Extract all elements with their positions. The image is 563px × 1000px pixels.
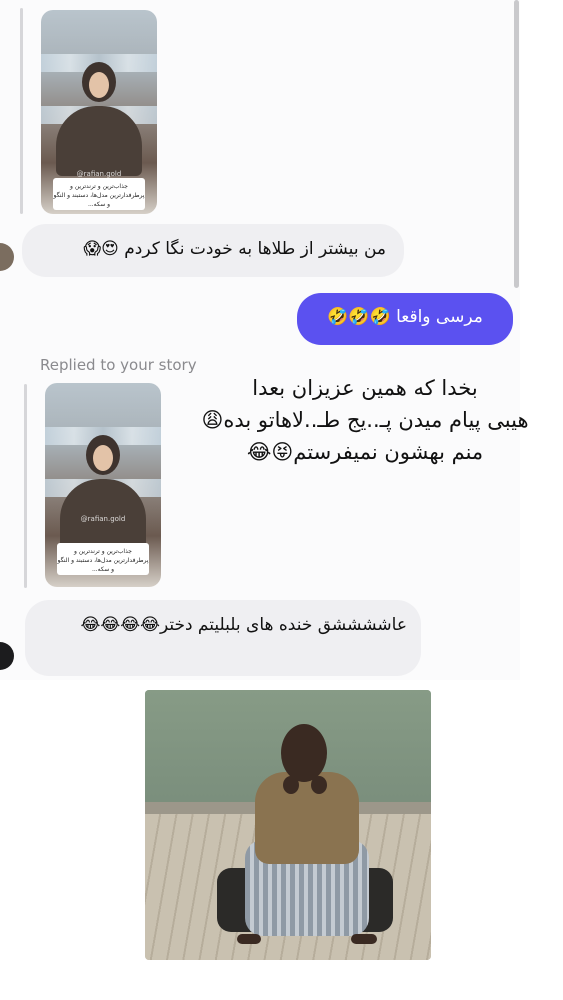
reply-quote-line: [20, 8, 23, 214]
person-face: [93, 445, 113, 471]
overlay-caption: بخدا که همین عزیزان بعدا هیبی پیام میدن …: [175, 372, 555, 468]
meme-boy-hand: [311, 776, 327, 794]
outgoing-message-bubble[interactable]: مرسی واقعا 🤣🤣🤣: [297, 293, 513, 345]
meme-boy-head: [281, 724, 327, 782]
meme-boy-torso: [255, 772, 359, 864]
meme-boy-foot: [351, 934, 377, 944]
story-thumbnail[interactable]: @rafian.gold جذاب‌ترین و ترند‌ترین و پرط…: [45, 383, 161, 587]
message-text: من بیشتر از طلاها به خودت نگا کردم 😍😱: [83, 239, 386, 259]
incoming-message-bubble[interactable]: عاششششق خنده های بلبلیتم دختر😂😂😂😂: [25, 600, 421, 676]
person-face: [89, 72, 109, 98]
overlay-caption-line: منم بهشون نمیفرستم😝😂: [246, 440, 484, 464]
story-caption: جذاب‌ترین و ترند‌ترین و پرطرفدارترین مدل…: [57, 543, 149, 575]
story-thumbnail[interactable]: @rafian.gold جذاب‌ترین و ترند‌ترین و پرط…: [41, 10, 157, 214]
story-caption: جذاب‌ترین و ترند‌ترین و پرطرفدارترین مدل…: [53, 178, 145, 210]
story-watermark: @rafian.gold: [76, 170, 122, 178]
message-text: مرسی واقعا 🤣🤣🤣: [327, 307, 483, 327]
reply-quote-line: [24, 384, 27, 588]
meme-image: [145, 690, 431, 960]
story-watermark: @rafian.gold: [80, 515, 126, 523]
scrollbar[interactable]: [514, 0, 519, 288]
meme-boy-hand: [283, 776, 299, 794]
message-text: عاششششق خنده های بلبلیتم دختر😂😂😂😂: [80, 615, 407, 635]
meme-boy-foot: [237, 934, 261, 944]
incoming-message-bubble[interactable]: من بیشتر از طلاها به خودت نگا کردم 😍😱: [22, 224, 404, 277]
overlay-caption-line: هیبی پیام میدن پـ..یج طـ..لاهاتو بده😩: [201, 408, 529, 432]
person-body: [56, 106, 142, 176]
replied-to-story-label: Replied to your story: [40, 356, 197, 374]
person-body: [60, 479, 146, 549]
overlay-caption-line: بخدا که همین عزیزان بعدا: [252, 376, 478, 400]
